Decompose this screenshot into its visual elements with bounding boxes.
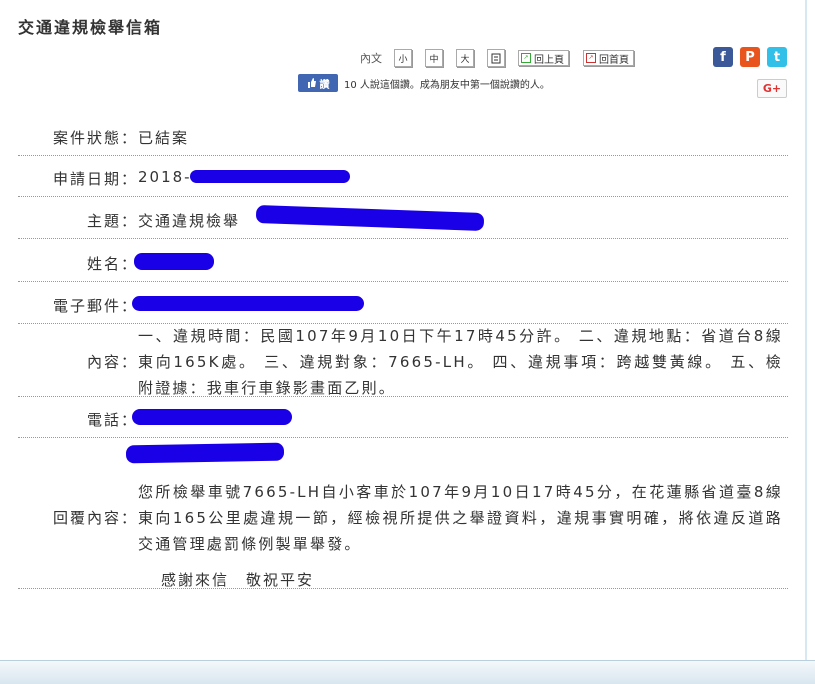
home-label: 回首頁 — [599, 54, 629, 66]
like-label: 讚 — [319, 79, 330, 91]
redaction-mark — [134, 253, 214, 270]
redaction-mark — [132, 409, 292, 425]
print-icon[interactable] — [487, 49, 505, 67]
redaction-mark — [255, 205, 485, 231]
case-status-value: 已結案 — [138, 129, 190, 147]
home-arrow-icon: ↗ — [586, 53, 596, 63]
redaction-mark — [125, 442, 285, 464]
case-status-label: 案件狀態： — [52, 129, 138, 147]
phone-row: 電話： — [18, 397, 788, 438]
date-row: 申請日期： 2018- — [18, 156, 788, 197]
window-right-border — [805, 0, 807, 668]
text-size-toolbar: 內文 小 中 大 ↗ 回上頁 ↗ 回首頁 — [360, 48, 648, 68]
content-text: 一、違規時間：民國107年9月10日下午17時45分許。 二、違規地點：省道台8… — [138, 327, 783, 397]
subject-label: 主題： — [86, 212, 138, 230]
reply-row: 回覆內容： 您所檢舉車號7665-LH自小客車於107年9月10日17時45分，… — [18, 438, 788, 589]
reply-text: 您所檢舉車號7665-LH自小客車於107年9月10日17時45分，在花蓮縣省道… — [138, 483, 783, 553]
font-medium-button[interactable]: 中 — [425, 49, 443, 67]
page-title: 交通違規檢舉信箱 — [18, 18, 163, 37]
back-button[interactable]: ↗ 回上頁 — [518, 50, 569, 66]
back-arrow-icon: ↗ — [521, 53, 531, 63]
facebook-share-icon[interactable]: f — [713, 47, 733, 67]
subject-value: 交通違規檢舉 — [138, 212, 241, 230]
name-label: 姓名： — [86, 255, 138, 273]
date-value: 2018- — [138, 168, 192, 186]
window-bottom-bar — [0, 660, 815, 684]
google-plus-share-icon[interactable]: G+ — [757, 79, 787, 98]
font-large-button[interactable]: 大 — [456, 49, 474, 67]
email-row: 電子郵件： — [18, 282, 788, 324]
like-button[interactable]: 讚 — [298, 74, 338, 92]
redaction-mark — [190, 170, 350, 183]
redaction-mark — [132, 296, 364, 311]
reply-label: 回覆內容： — [52, 509, 138, 527]
font-small-button[interactable]: 小 — [394, 49, 412, 67]
case-status-row: 案件狀態： 已結案 — [18, 115, 788, 156]
name-row: 姓名： — [18, 239, 788, 282]
text-size-label: 內文 — [360, 52, 382, 65]
content-label: 內容： — [86, 353, 138, 371]
plurk-share-icon[interactable]: P — [740, 47, 760, 67]
content-row: 內容： 一、違規時間：民國107年9月10日下午17時45分許。 二、違規地點：… — [18, 324, 788, 397]
thumbs-up-icon — [307, 78, 316, 88]
home-button[interactable]: ↗ 回首頁 — [583, 50, 634, 66]
back-label: 回上頁 — [534, 54, 564, 66]
date-label: 申請日期： — [52, 170, 138, 188]
phone-label: 電話： — [86, 411, 138, 429]
twitter-share-icon[interactable]: t — [767, 47, 787, 67]
like-count-text: 10 人說這個讚。成為朋友中第一個說讚的人。 — [344, 80, 550, 91]
reply-closing: 感謝來信 敬祝平安 — [161, 571, 315, 589]
email-label: 電子郵件： — [52, 297, 138, 315]
subject-row: 主題： 交通違規檢舉 — [18, 197, 788, 239]
